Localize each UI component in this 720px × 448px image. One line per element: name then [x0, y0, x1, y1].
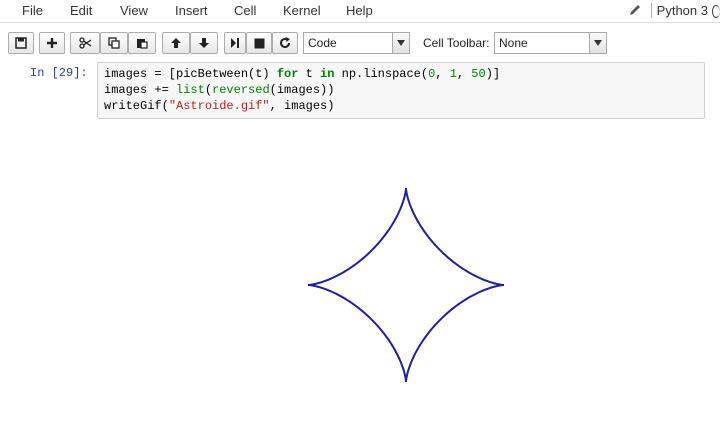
- restart-icon: [280, 37, 290, 48]
- menu-kernel[interactable]: Kernel: [283, 3, 321, 18]
- code-line: images = [picBetween(t) for t in np.lins…: [104, 67, 501, 81]
- input-prompt: In [29]:: [30, 66, 88, 80]
- menubar: File Edit View Insert Cell Kernel Help P…: [0, 0, 720, 23]
- cell-toolbar-label: Cell Toolbar:: [423, 36, 490, 50]
- astroid-curve: [308, 188, 504, 382]
- arrow-down-icon: [199, 38, 209, 48]
- kernel-name[interactable]: Python 3: [657, 3, 708, 18]
- menu-file[interactable]: File: [22, 3, 43, 18]
- move-up-button[interactable]: [162, 32, 190, 54]
- cell-toolbar-value: None: [499, 36, 528, 50]
- kernel-separator: [651, 3, 652, 18]
- chevron-down-icon: [392, 33, 409, 53]
- save-button[interactable]: [8, 32, 34, 54]
- menu-cell[interactable]: Cell: [234, 3, 256, 18]
- plus-icon: [47, 38, 57, 48]
- chevron-down-icon: [589, 33, 606, 53]
- code-line: writeGif("Astroide.gif", images): [104, 99, 335, 113]
- paste-button[interactable]: [128, 32, 156, 54]
- stop-icon: [254, 38, 264, 48]
- arrow-up-icon: [171, 38, 181, 48]
- run-button[interactable]: [224, 32, 246, 54]
- insert-cell-button[interactable]: [39, 32, 65, 54]
- code-editor[interactable]: images = [picBetween(t) for t in np.lins…: [97, 62, 705, 119]
- interrupt-button[interactable]: [246, 32, 272, 54]
- paste-icon: [137, 39, 148, 49]
- cell-type-select[interactable]: Code: [303, 32, 410, 54]
- save-icon: [15, 37, 27, 49]
- kernel-status-icon: [712, 5, 720, 18]
- cut-button[interactable]: [70, 32, 100, 54]
- menu-view[interactable]: View: [120, 3, 148, 18]
- code-line: images += list(reversed(images)): [104, 83, 335, 97]
- cell-type-value: Code: [308, 36, 337, 50]
- toolbar: Code Cell Toolbar: None: [0, 23, 720, 63]
- astroid-plot: [308, 188, 504, 382]
- menu-edit[interactable]: Edit: [70, 3, 92, 18]
- scissors-icon: [78, 37, 91, 49]
- copy-button[interactable]: [100, 32, 128, 54]
- pencil-icon[interactable]: [628, 3, 642, 17]
- cell-toolbar-select[interactable]: None: [494, 32, 607, 54]
- restart-button[interactable]: [272, 32, 298, 54]
- menu-help[interactable]: Help: [346, 3, 373, 18]
- menu-insert[interactable]: Insert: [175, 3, 208, 18]
- move-down-button[interactable]: [190, 32, 218, 54]
- step-icon: [231, 38, 239, 48]
- copy-icon: [108, 37, 120, 49]
